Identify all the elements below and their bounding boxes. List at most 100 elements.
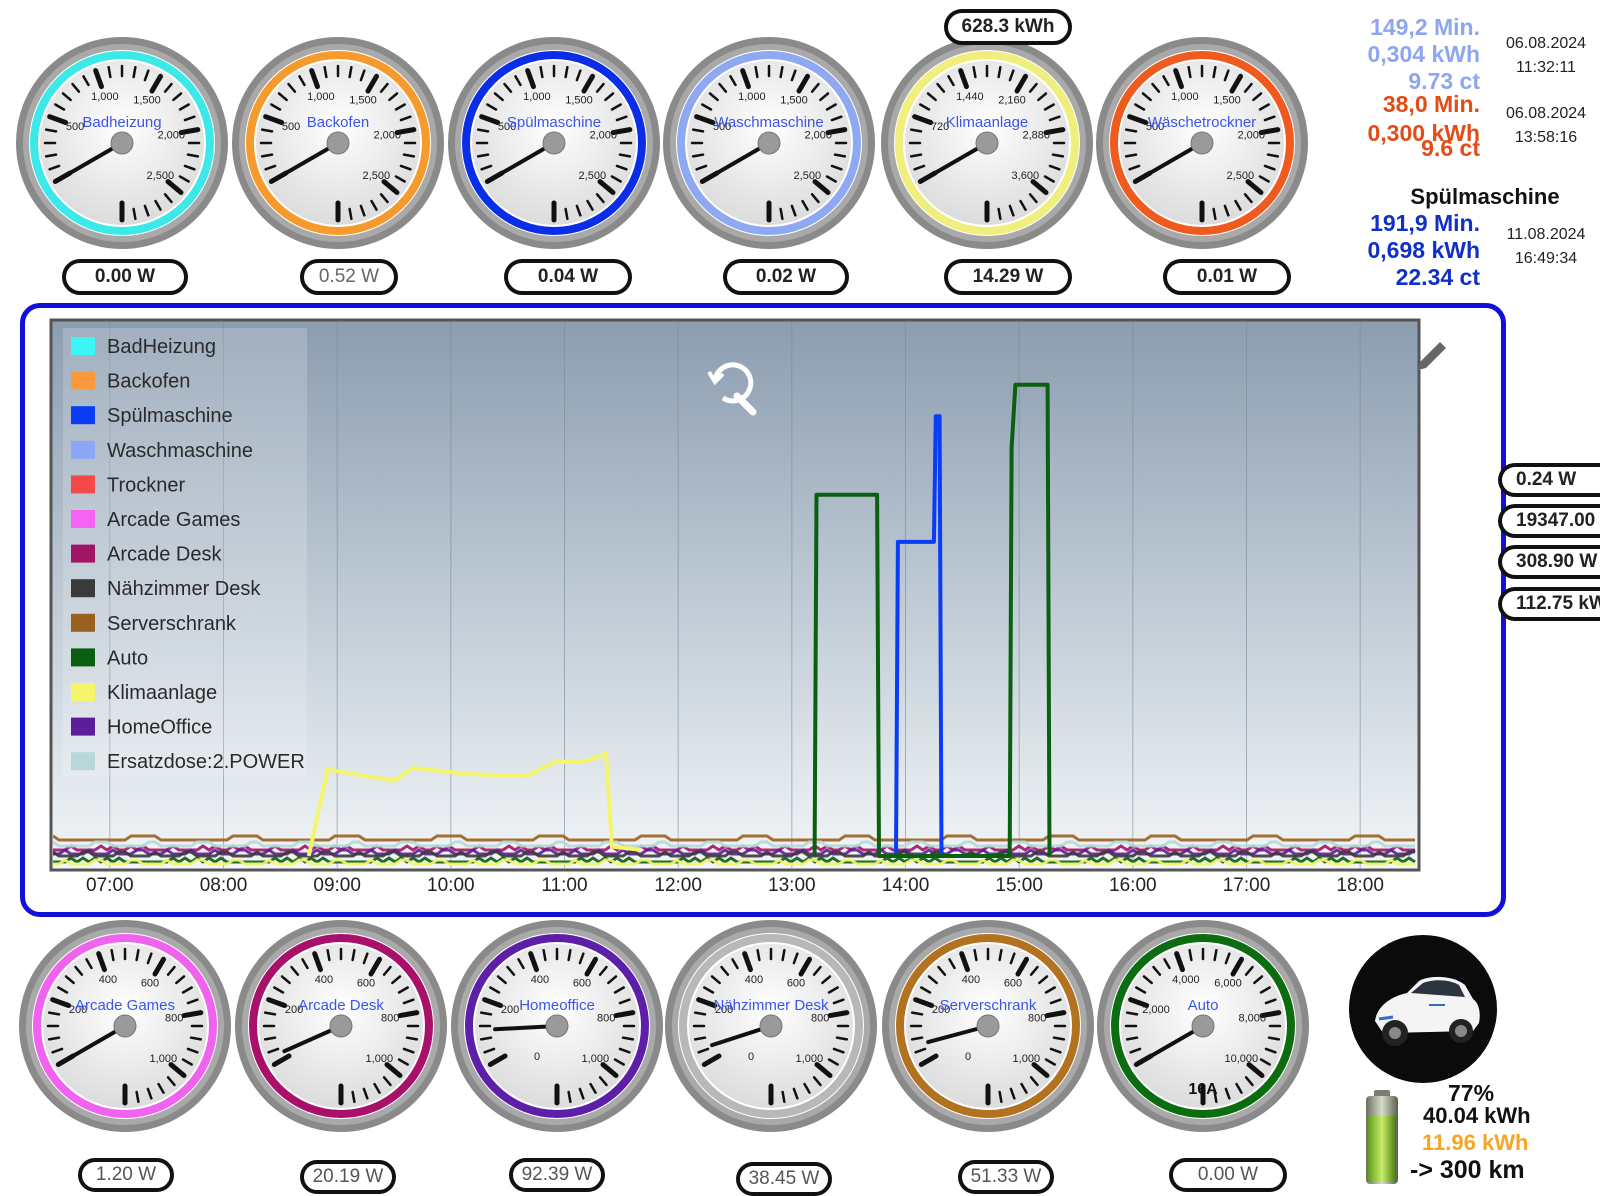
gauge-title: Waschmaschine [714, 114, 823, 131]
chart-x-tick-label: 17:00 [1223, 875, 1271, 896]
gauge-zero-label: 0 [748, 1051, 754, 1063]
car-range-energy: 11.96 kWh [1422, 1130, 1529, 1155]
legend-item-homeoffice[interactable]: HomeOffice [107, 717, 212, 739]
gauge-tick-label: 1,000 [91, 91, 119, 103]
legend-item-spuelmaschine[interactable]: Spülmaschine [107, 405, 233, 427]
legend-swatch [71, 683, 95, 701]
gauge-tick-label: 1,000 [582, 1053, 610, 1065]
legend-item-backofen[interactable]: Backofen [107, 371, 190, 393]
waschmaschine-stats: 149,2 Min. 0,304 kWh 9.73 ct [1320, 14, 1481, 95]
gauge-tick-label: 2,000 [589, 129, 617, 141]
legend-swatch [71, 579, 95, 598]
trockner-stats: 38,0 Min. 0,300 kWh 9.6 ct [1320, 92, 1481, 161]
gauge-tick-label: 2,000 [373, 129, 401, 141]
legend-item-arcade-desk[interactable]: Arcade Desk [107, 544, 222, 566]
legend-swatch [71, 406, 95, 425]
top-value-pill-badheizung: 0.00 W [62, 259, 188, 295]
bottom-value-pill-serverschrank: 51.33 W [958, 1160, 1054, 1194]
bottom-gauge-arcade-desk: 200 400 600 800 1,000 Arcade Desk [233, 918, 449, 1134]
legend-swatch [71, 440, 95, 459]
chart-x-tick-label: 18:00 [1336, 875, 1384, 896]
gauge-tick-label: 1,000 [1013, 1053, 1041, 1065]
trockner-time: 13:58:16 [1514, 129, 1578, 146]
legend-swatch [71, 510, 95, 528]
gauge-tick-label: 800 [811, 1012, 829, 1024]
gauge-tick-label: 3,600 [1012, 170, 1040, 182]
gauge-tick-label: 1,500 [565, 95, 593, 107]
chart-x-tick-label: 15:00 [995, 875, 1043, 896]
electric-car-icon [1375, 976, 1480, 1046]
gauge-title: Auto [1188, 997, 1219, 1014]
chart-x-tick-label: 14:00 [882, 875, 930, 896]
top-gauge-spuelmaschine: 500 1,000 1,500 2,000 2,500 Spülmaschine [446, 35, 662, 251]
chart-x-tick-label: 08:00 [200, 875, 248, 896]
gauge-zero-label: 0 [965, 1051, 971, 1063]
gauge-tick-label: 2,000 [1142, 1004, 1170, 1016]
top-value-pill-waschmaschine: 0.02 W [723, 259, 849, 295]
legend-item-naehzimmer-desk[interactable]: Nähzimmer Desk [107, 578, 261, 600]
side-value-pill: 308.90 W [1498, 545, 1600, 579]
gauge-title: Wäschetrockner [1148, 114, 1256, 131]
spuelmaschine-time: 16:49:34 [1514, 250, 1578, 267]
legend-item-auto[interactable]: Auto [107, 647, 148, 669]
bottom-gauge-serverschrank: 200 400 600 800 1,000 0 Serverschrank [880, 918, 1096, 1134]
chart-x-tick-label: 10:00 [427, 875, 475, 896]
trockner-date: 06.08.2024 [1505, 105, 1587, 122]
chart-x-tick-label: 09:00 [313, 875, 361, 896]
legend-item-badheizung[interactable]: BadHeizung [107, 336, 216, 358]
bottom-gauge-naehzimmer-desk: 200 400 600 800 1,000 0 Nähzimmer Desk [663, 918, 879, 1134]
spuelmaschine-stats-title: Spülmaschine [1410, 184, 1560, 209]
legend-swatch [71, 337, 95, 355]
chart-x-tick-label: 12:00 [654, 875, 702, 896]
chart-x-tick-label: 07:00 [86, 875, 134, 896]
top-value-pill-spuelmaschine: 0.04 W [504, 259, 632, 295]
gauge-title: Backofen [307, 114, 370, 131]
gauge-tick-label: 2,160 [998, 95, 1026, 107]
gauge-tick-label: 2,500 [147, 170, 175, 182]
gauge-tick-label: 1,500 [349, 95, 377, 107]
power-history-chart-frame: BadHeizung Backofen Spülmaschine Waschmasch… [20, 303, 1506, 917]
chart-x-tick-label: 13:00 [768, 875, 816, 896]
gauge-title: Nähzimmer Desk [713, 997, 829, 1014]
legend-item-klimaanlage[interactable]: Klimaanlage [107, 682, 217, 704]
legend-item-ersatzdose-2-power[interactable]: Ersatzdose:2.POWER [107, 751, 305, 773]
gauge-tick-label: 800 [381, 1012, 399, 1024]
gauge-title: Arcade Games [75, 997, 175, 1014]
auto-current-label: 16A [1188, 1081, 1218, 1098]
legend-swatch [71, 752, 95, 771]
gauge-tick-label: 600 [787, 978, 805, 990]
gauge-title: Spülmaschine [507, 114, 601, 131]
gauge-tick-label: 500 [282, 121, 300, 133]
gauge-tick-label: 1,440 [956, 91, 984, 103]
legend-item-waschmaschine[interactable]: Waschmaschine [107, 440, 253, 462]
bottom-value-pill-arcade-games: 1.20 W [78, 1158, 174, 1192]
gauge-tick-label: 2,000 [157, 129, 185, 141]
spuelmaschine-timestamp: 11.08.2024 16:49:34 [1496, 223, 1596, 271]
gauge-title: Arcade Desk [298, 997, 384, 1014]
power-history-chart[interactable]: BadHeizung Backofen Spülmaschine Waschmasch… [25, 308, 1501, 912]
legend-swatch [71, 717, 95, 736]
gauge-tick-label: 600 [573, 978, 591, 990]
gauge-title: Serverschrank [940, 997, 1037, 1014]
gauge-title: Klimaanlage [946, 114, 1029, 131]
edit-pencil-icon[interactable] [1418, 342, 1446, 370]
legend-item-arcade-games[interactable]: Arcade Games [107, 509, 240, 531]
trockner-timestamp: 06.08.2024 13:58:16 [1496, 102, 1596, 150]
waschmaschine-kwh: 0,304 kWh [1367, 41, 1481, 67]
gauge-tick-label: 10,000 [1224, 1053, 1258, 1065]
legend-swatch [71, 613, 95, 632]
top-gauge-waschmaschine: 500 1,000 1,500 2,000 2,500 Waschmaschine [661, 35, 877, 251]
spuelmaschine-stats: 191,9 Min. 0,698 kWh 22.34 ct [1320, 210, 1481, 291]
bottom-gauge-auto: 2,000 4,000 6,000 8,000 10,000 Auto 16A [1095, 918, 1311, 1134]
car-image-badge [1349, 935, 1497, 1083]
legend-item-trockner[interactable]: Trockner [107, 474, 186, 496]
gauge-tick-label: 800 [165, 1012, 183, 1024]
legend-item-serverschrank[interactable]: Serverschrank [107, 613, 237, 635]
gauge-zero-label: 0 [534, 1051, 540, 1063]
bottom-value-pill-homeoffice: 92.39 W [509, 1158, 605, 1192]
bottom-gauge-arcade-games: 200 400 600 800 1,000 Arcade Games [17, 918, 233, 1134]
gauge-tick-label: 2,000 [804, 129, 832, 141]
gauge-tick-label: 800 [1028, 1012, 1046, 1024]
car-range: -> 300 km [1410, 1156, 1525, 1184]
gauge-tick-label: 600 [1004, 978, 1022, 990]
